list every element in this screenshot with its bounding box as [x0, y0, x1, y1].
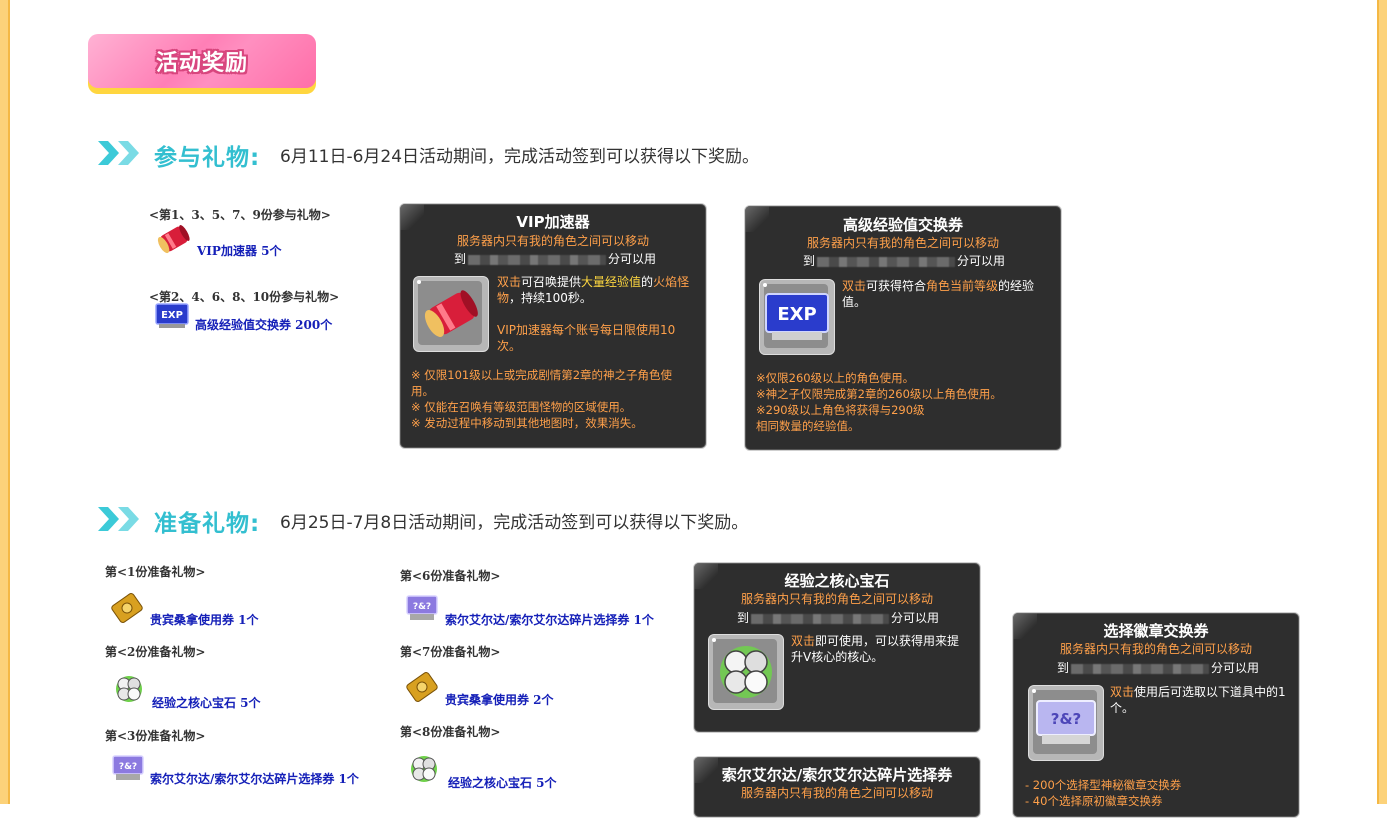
- reward-item: 高级经验值交换券 200个: [195, 318, 333, 332]
- item-image-frame: ?&?: [1028, 685, 1104, 761]
- vip-accelerator-icon: [157, 225, 190, 254]
- badge-coupon-icon: ?&?: [1036, 700, 1096, 744]
- reward-item: 经验之核心宝石 5个: [448, 776, 557, 790]
- core-gem-icon: [411, 756, 437, 782]
- tooltip-description: 双击即可使用，可以获得用来提升V核心的核心。: [791, 634, 960, 664]
- svg-text:EXP: EXP: [161, 310, 183, 321]
- reward-item: 索尔艾尔达/索尔艾尔达碎片选择券 1个: [150, 772, 359, 786]
- group-label: 第<3份准备礼物>: [105, 729, 206, 743]
- core-gem-tooltip: 经验之核心宝石 服务器内只有我的角色之间可以移动 到分可以用 双击即可使用，可以…: [693, 562, 981, 733]
- tooltip-expiry: 到分可以用: [1057, 661, 1260, 675]
- tooltip-title: 索尔艾尔达/索尔艾尔达碎片选择券: [721, 766, 953, 784]
- core-gem-icon: [720, 646, 772, 698]
- sauna-ticket-icon: [111, 593, 143, 623]
- banner-title: 活动奖励: [155, 51, 248, 76]
- tooltip-notes: ※仅限260级以上的角色使用。 ※神之子仅限完成第2章的260级以上角色使用。 …: [756, 371, 1002, 433]
- tooltip-subtitle: 服务器内只有我的角色之间可以移动: [1059, 642, 1252, 656]
- core-gem-icon: [116, 676, 142, 702]
- tooltip-subtitle: 服务器内只有我的角色之间可以移动: [740, 592, 933, 606]
- item-image-frame: [413, 276, 489, 352]
- tooltip-description: 双击使用后可选取以下道具中的1个。: [1110, 685, 1286, 715]
- reward-item: 索尔艾尔达/索尔艾尔达碎片选择券 1个: [445, 613, 654, 627]
- vip-accelerator-tooltip: VIP加速器 服务器内只有我的角色之间可以移动 到分可以用 双击可召唤提供大量经…: [399, 203, 707, 449]
- tooltip-expiry: 到分可以用: [737, 611, 940, 625]
- exp-coupon-icon: EXP: [765, 293, 829, 340]
- sol-erda-ticket-icon: ?&?: [406, 595, 438, 620]
- section-preparation-header: 准备礼物: 6月25日-7月8日活动期间，完成活动签到可以获得以下奖励。: [96, 504, 816, 538]
- chevron-right-icon: [118, 141, 139, 165]
- tooltip-limit: VIP加速器每个账号每日限使用10次。: [497, 323, 676, 353]
- group-label: 第<1份准备礼物>: [105, 565, 206, 579]
- tooltip-notes: - 200个选择型神秘徽章交换券 - 40个选择原初徽章交换券: [1025, 778, 1182, 808]
- vip-accelerator-icon: [424, 290, 478, 337]
- group-label: 第<8份准备礼物>: [400, 725, 501, 739]
- group-label: <第1、3、5、7、9份参与礼物>: [149, 208, 331, 222]
- sol-erda-tooltip: 索尔艾尔达/索尔艾尔达碎片选择券 服务器内只有我的角色之间可以移动: [693, 756, 981, 818]
- section-participation-header: 参与礼物: 6月11日-6月24日活动期间，完成活动签到可以获得以下奖励。: [96, 138, 816, 172]
- svg-text:?&?: ?&?: [119, 762, 137, 772]
- sauna-ticket-icon: [406, 672, 438, 702]
- tooltip-title: 高级经验值交换券: [842, 216, 963, 234]
- group-label: 第<2份准备礼物>: [105, 645, 206, 659]
- item-image-frame: EXP: [759, 279, 835, 355]
- reward-item: 贵宾桑拿使用券 1个: [150, 613, 259, 627]
- tooltip-title: VIP加速器: [516, 213, 590, 231]
- section-preparation-desc: 6月25日-7月8日活动期间，完成活动签到可以获得以下奖励。: [280, 513, 749, 533]
- tooltip-notes: ※ 仅限101级以上或完成剧情第2章的神之子角色使用。 ※ 仅能在召唤有等级范围…: [411, 368, 673, 430]
- tooltip-subtitle: 服务器内只有我的角色之间可以移动: [456, 234, 649, 248]
- tooltip-description: 双击可召唤提供大量经验值的火焰怪物，持续100秒。: [497, 275, 690, 305]
- tooltip-expiry: 到分可以用: [803, 254, 1006, 268]
- reward-item: 贵宾桑拿使用券 2个: [445, 693, 554, 707]
- exp-coupon-icon: EXP: [155, 303, 189, 328]
- rewards-banner: 活动奖励: [88, 34, 316, 94]
- tooltip-subtitle: 服务器内只有我的角色之间可以移动: [806, 236, 999, 250]
- exp-coupon-tooltip: 高级经验值交换券 服务器内只有我的角色之间可以移动 到分可以用 EXP 双击可获…: [744, 205, 1062, 451]
- tooltip-expiry: 到分可以用: [454, 252, 657, 266]
- reward-item: VIP加速器 5个: [197, 244, 282, 258]
- section-participation-title: 参与礼物:: [154, 145, 261, 171]
- badge-coupon-tooltip: 选择徽章交换券 服务器内只有我的角色之间可以移动 到分可以用 ?&? 双击使用后…: [1012, 612, 1300, 818]
- tooltip-title: 选择徽章交换券: [1103, 622, 1209, 640]
- group-label: 第<7份准备礼物>: [400, 645, 501, 659]
- tooltip-description: 双击可获得符合角色当前等级的经验值。: [842, 279, 1035, 309]
- tooltip-subtitle: 服务器内只有我的角色之间可以移动: [740, 786, 933, 800]
- item-image-frame: [708, 634, 784, 710]
- svg-text:EXP: EXP: [777, 304, 816, 325]
- reward-item: 经验之核心宝石 5个: [152, 696, 261, 710]
- group-label: 第<6份准备礼物>: [400, 569, 501, 583]
- page-frame-right: [1377, 0, 1387, 804]
- section-participation-desc: 6月11日-6月24日活动期间，完成活动签到可以获得以下奖励。: [280, 147, 760, 167]
- svg-text:?&?: ?&?: [1051, 710, 1081, 728]
- chevron-right-icon: [118, 507, 139, 531]
- section-preparation-title: 准备礼物:: [154, 511, 261, 537]
- tooltip-title: 经验之核心宝石: [784, 572, 890, 590]
- page-frame-left: [0, 0, 10, 804]
- svg-text:?&?: ?&?: [413, 602, 431, 612]
- sol-erda-ticket-icon: ?&?: [112, 755, 144, 780]
